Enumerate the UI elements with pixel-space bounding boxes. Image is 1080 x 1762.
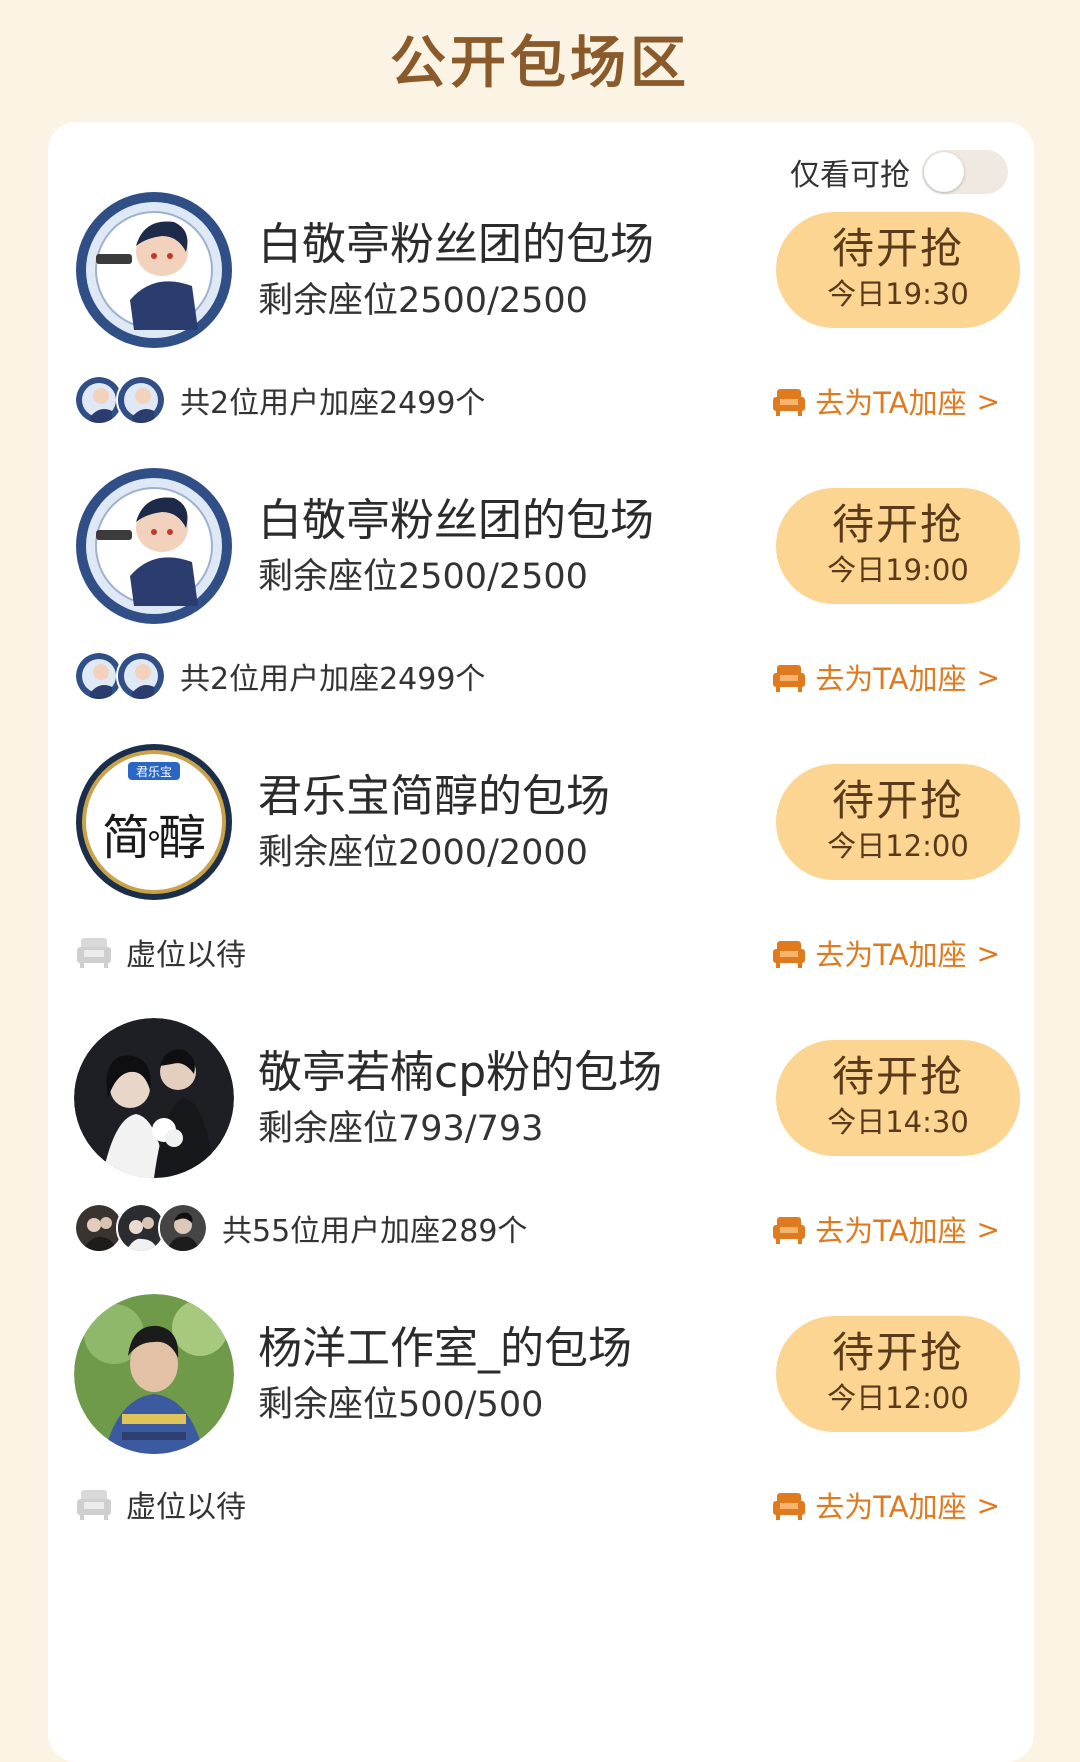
public-sessions-card: 仅看可抢 白敬亭粉丝团的包场 剩余座位2500/2500 待开抢 今日19:30 [48,122,1034,1762]
jianchun-logo-avatar: 君乐宝 简 醇 [74,742,234,902]
add-seat-link[interactable]: 去为TA加座 > [771,1484,1000,1526]
filter-label: 仅看可抢 [790,158,910,193]
joined-users-row: 共2位用户加座2499个 去为TA加座 > [74,648,1020,704]
chevron-right-icon: > [976,936,1000,970]
sofa-icon [773,941,806,968]
empty-seat-icon [77,938,111,968]
chevron-right-icon: > [976,660,1000,694]
add-seat-label: 去为TA加座 [815,938,967,972]
seats-remaining: 剩余座位500/500 [258,1385,544,1425]
empty-seat-text: 虚位以待 [126,1490,246,1525]
chevron-right-icon: > [976,384,1000,418]
session-entry[interactable]: 君乐宝 简 醇 君乐宝简醇的包场 剩余座位2000/2000 待开抢 今日12:… [48,742,1034,1042]
grab-button[interactable]: 待开抢 今日12:00 [776,1316,1020,1432]
logo-brand-text: 君乐宝 [136,765,172,779]
empty-seat-row: 虚位以待 去为TA加座 > [74,924,1020,980]
empty-seat-row: 虚位以待 去为TA加座 > [74,1476,1020,1532]
grab-time: 今日19:00 [827,553,969,587]
empty-seat-icon [77,1490,111,1520]
add-seat-label: 去为TA加座 [815,662,967,696]
cartoon-gunman-avatar [74,466,234,626]
joined-user-avatars [74,375,166,425]
joined-users-text: 共2位用户加座2499个 [180,386,486,421]
grab-status: 待开抢 [831,776,964,825]
add-seat-link[interactable]: 去为TA加座 > [771,1208,1000,1250]
sofa-icon [773,389,806,416]
filter-available-only[interactable]: 仅看可抢 [790,150,1008,194]
portrait-photo-avatar [74,1294,234,1454]
grab-button[interactable]: 待开抢 今日14:30 [776,1040,1020,1156]
page-title: 公开包场区 [390,31,690,96]
logo-char-2: 醇 [158,810,206,866]
add-seat-link[interactable]: 去为TA加座 > [771,656,1000,698]
seats-remaining: 剩余座位2500/2500 [258,557,588,597]
couple-photo-avatar [74,1018,234,1178]
user-avatar [116,375,166,425]
seats-remaining: 剩余座位2500/2500 [258,281,588,321]
joined-users-row: 共2位用户加座2499个 去为TA加座 > [74,372,1020,428]
session-entry[interactable]: 白敬亭粉丝团的包场 剩余座位2500/2500 待开抢 今日19:00 共2位用… [48,466,1034,766]
sofa-icon [773,665,806,692]
joined-user-avatars [74,651,166,701]
grab-time: 今日12:00 [827,829,969,863]
logo-char-1: 简 [102,810,150,866]
joined-users-row: 共55位用户加座289个 去为TA加座 > [74,1200,1020,1256]
session-name: 白敬亭粉丝团的包场 [258,219,654,270]
joined-users-text: 共2位用户加座2499个 [180,662,486,697]
session-name: 敬亭若楠cp粉的包场 [258,1047,663,1098]
user-avatar [116,651,166,701]
toggle-knob [924,152,964,192]
grab-time: 今日14:30 [827,1105,969,1139]
empty-seat-text: 虚位以待 [126,938,246,973]
grab-button[interactable]: 待开抢 今日19:00 [776,488,1020,604]
sofa-icon [773,1217,806,1244]
grab-button[interactable]: 待开抢 今日12:00 [776,764,1020,880]
grab-status: 待开抢 [831,500,964,549]
session-entry[interactable]: 白敬亭粉丝团的包场 剩余座位2500/2500 待开抢 今日19:30 共2位用… [48,190,1034,490]
joined-users-text: 共55位用户加座289个 [222,1214,528,1249]
session-name: 君乐宝简醇的包场 [258,771,610,822]
chevron-right-icon: > [976,1488,1000,1522]
session-name: 杨洋工作室_的包场 [258,1323,632,1374]
seats-remaining: 剩余座位793/793 [258,1109,544,1149]
grab-button[interactable]: 待开抢 今日19:30 [776,212,1020,328]
seats-remaining: 剩余座位2000/2000 [258,833,588,873]
grab-time: 今日19:30 [827,277,969,311]
sofa-icon [773,1493,806,1520]
grab-status: 待开抢 [831,224,964,273]
session-entry[interactable]: 敬亭若楠cp粉的包场 剩余座位793/793 待开抢 今日14:30 共55位用… [48,1018,1034,1318]
add-seat-label: 去为TA加座 [815,1214,967,1248]
add-seat-link[interactable]: 去为TA加座 > [771,932,1000,974]
session-name: 白敬亭粉丝团的包场 [258,495,654,546]
chevron-right-icon: > [976,1212,1000,1246]
add-seat-label: 去为TA加座 [815,1490,967,1524]
user-avatar [158,1203,208,1253]
grab-time: 今日12:00 [827,1381,969,1415]
filter-toggle[interactable] [922,150,1008,194]
grab-status: 待开抢 [831,1052,964,1101]
add-seat-link[interactable]: 去为TA加座 > [771,380,1000,422]
grab-status: 待开抢 [831,1328,964,1377]
joined-user-avatars [74,1203,208,1253]
session-entry[interactable]: 杨洋工作室_的包场 剩余座位500/500 待开抢 今日12:00 虚位以待 去… [48,1294,1034,1594]
cartoon-gunman-avatar [74,190,234,350]
add-seat-label: 去为TA加座 [815,386,967,420]
